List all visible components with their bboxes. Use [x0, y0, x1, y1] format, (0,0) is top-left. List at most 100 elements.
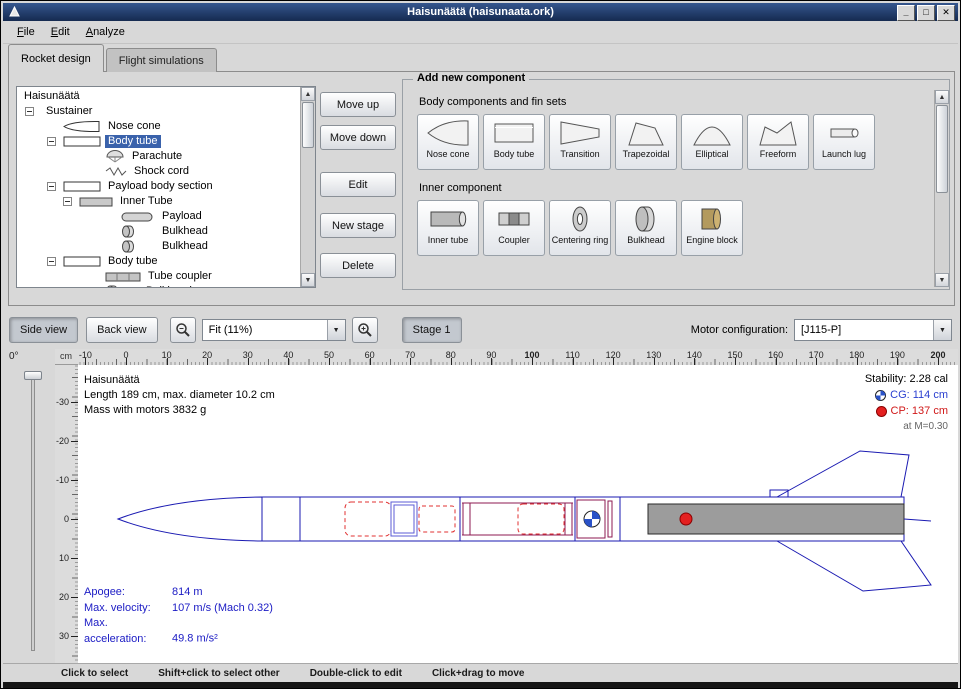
component-button-label: Inner tube — [419, 235, 477, 245]
collapse-expander-icon[interactable] — [25, 107, 34, 116]
scrollbar-thumb[interactable] — [936, 105, 948, 193]
max-velocity-label: Max. velocity: — [84, 601, 172, 617]
component-button-label: Nose cone — [419, 149, 477, 159]
tree-item-label: Tube coupler — [145, 270, 215, 283]
h-ruler-label: 20 — [202, 350, 212, 360]
rocket-name: Haisunäätä — [84, 373, 275, 388]
tree-item-body-tube[interactable]: Body tube — [17, 134, 300, 149]
component-button-label: Bulkhead — [617, 235, 675, 245]
add-launch-lug-button[interactable]: Launch lug — [813, 114, 875, 170]
stage-1-button[interactable]: Stage 1 — [402, 317, 462, 343]
ruler-tick — [71, 441, 78, 442]
side-view-button[interactable]: Side view — [9, 317, 78, 343]
h-ruler-label: 60 — [365, 350, 375, 360]
status-hint: Click to select — [61, 668, 128, 679]
add-transition-button[interactable]: Transition — [549, 114, 611, 170]
mach-condition: at M=0.30 — [865, 419, 948, 435]
bodytube-icon — [63, 180, 101, 193]
tree-item-label: Payload — [159, 210, 205, 223]
add-trapezoidal-button[interactable]: Trapezoidal — [615, 114, 677, 170]
add-nose-cone-button[interactable]: Nose cone — [417, 114, 479, 170]
delete-button[interactable]: Delete — [320, 253, 396, 278]
zoom-select[interactable]: Fit (11%) ▼ — [202, 319, 346, 341]
nose-cone-shape[interactable] — [118, 497, 262, 541]
tree-scrollbar[interactable]: ▲ ▼ — [300, 87, 315, 287]
rocket-canvas[interactable]: Haisunäätä Length 189 cm, max. diameter … — [78, 365, 958, 663]
rotation-column: 0° — [3, 347, 55, 663]
launchlug-icon — [822, 118, 866, 148]
tree-item-shock-cord[interactable]: Shock cord — [17, 164, 300, 179]
window-bottom-edge — [3, 682, 958, 688]
tab-rocket-design[interactable]: Rocket design — [8, 44, 104, 72]
minimize-button[interactable]: _ — [897, 5, 915, 21]
rotation-angle-label: 0° — [9, 351, 19, 362]
h-ruler-label: 160 — [768, 350, 783, 360]
add-body-tube-button[interactable]: Body tube — [483, 114, 545, 170]
tree-item-body-tube[interactable]: Body tube — [17, 254, 300, 269]
scroll-down-icon[interactable]: ▼ — [301, 273, 315, 287]
chevron-down-icon[interactable]: ▼ — [327, 320, 345, 340]
nosecone-icon — [63, 120, 101, 133]
v-ruler-label: 10 — [59, 553, 69, 563]
add-centering-ring-button[interactable]: Centering ring — [549, 200, 611, 256]
close-button[interactable]: ✕ — [937, 5, 955, 21]
apogee-value: 814 m — [172, 586, 203, 598]
maximize-button[interactable]: □ — [917, 5, 935, 21]
move-down-button[interactable]: Move down — [320, 125, 396, 150]
ruler-tick — [71, 558, 78, 559]
design-tab-panel: HaisunäätäSustainerNose coneBody tubePar… — [8, 71, 955, 306]
tree-item-haisun-t-[interactable]: Haisunäätä — [17, 89, 300, 104]
add-inner-tube-button[interactable]: Inner tube — [417, 200, 479, 256]
scroll-up-icon[interactable]: ▲ — [935, 90, 949, 104]
collapse-expander-icon[interactable] — [47, 137, 56, 146]
tree-item-nose-cone[interactable]: Nose cone — [17, 119, 300, 134]
fin-bottom-shape[interactable] — [777, 541, 931, 591]
collapse-expander-icon[interactable] — [47, 182, 56, 191]
component-row: Inner tube CouplerCentering ring Bulkhead E… — [417, 200, 921, 256]
edit-button[interactable]: Edit — [320, 172, 396, 197]
tab-flight-simulations[interactable]: Flight simulations — [106, 48, 217, 72]
status-bar: Click to selectShift+click to select oth… — [3, 663, 958, 682]
tree-item-sustainer[interactable]: Sustainer — [17, 104, 300, 119]
scrollbar-thumb[interactable] — [302, 102, 314, 148]
tree-item-payload-body-section[interactable]: Payload body section — [17, 179, 300, 194]
zoom-in-button[interactable] — [352, 317, 378, 343]
add-freeform-button[interactable]: Freeform — [747, 114, 809, 170]
h-ruler-label: 90 — [486, 350, 496, 360]
tree-item-payload[interactable]: Payload — [17, 209, 300, 224]
tree-item-parachute[interactable]: Parachute — [17, 149, 300, 164]
add-engine-block-button[interactable]: Engine block — [681, 200, 743, 256]
rotation-slider-handle[interactable] — [24, 371, 42, 380]
body-tube-1-shape[interactable] — [262, 497, 460, 541]
component-panel-scrollbar[interactable]: ▲ ▼ — [934, 90, 949, 287]
scroll-down-icon[interactable]: ▼ — [935, 273, 949, 287]
h-ruler-label: 180 — [849, 350, 864, 360]
menu-bar: FileEditAnalyze — [3, 21, 958, 44]
collapse-expander-icon[interactable] — [63, 197, 72, 206]
bulkhead-icon — [121, 240, 135, 253]
add-elliptical-button[interactable]: Elliptical — [681, 114, 743, 170]
back-view-button[interactable]: Back view — [86, 317, 158, 343]
tree-item-bulkhead[interactable]: Bulkhead — [17, 224, 300, 239]
collapse-expander-icon[interactable] — [47, 257, 56, 266]
zoom-out-button[interactable] — [170, 317, 196, 343]
rotation-slider[interactable] — [31, 373, 35, 651]
scroll-up-icon[interactable]: ▲ — [301, 87, 315, 101]
tree-item-tube-coupler[interactable]: Tube coupler — [17, 269, 300, 284]
fin-top-shape[interactable] — [777, 451, 909, 497]
menu-edit[interactable]: Edit — [43, 23, 78, 41]
motor-configuration-label: Motor configuration: — [691, 324, 788, 336]
new-stage-button[interactable]: New stage — [320, 213, 396, 238]
add-bulkhead-button[interactable]: Bulkhead — [615, 200, 677, 256]
tree-item-bulkhead[interactable]: Bulkhead — [17, 239, 300, 254]
motor-configuration-select[interactable]: [J115-P] ▼ — [794, 319, 952, 341]
menu-file[interactable]: File — [9, 23, 43, 41]
tree-item-bulkhead[interactable]: Bulkhead — [17, 284, 300, 287]
title-bar[interactable]: Haisunäätä (haisunaata.ork) _ □ ✕ — [3, 3, 958, 21]
max-acceleration-value: 49.8 m/s² — [172, 633, 218, 645]
tree-item-inner-tube[interactable]: Inner Tube — [17, 194, 300, 209]
menu-analyze[interactable]: Analyze — [78, 23, 133, 41]
chevron-down-icon[interactable]: ▼ — [933, 320, 951, 340]
move-up-button[interactable]: Move up — [320, 92, 396, 117]
add-coupler-button[interactable]: Coupler — [483, 200, 545, 256]
